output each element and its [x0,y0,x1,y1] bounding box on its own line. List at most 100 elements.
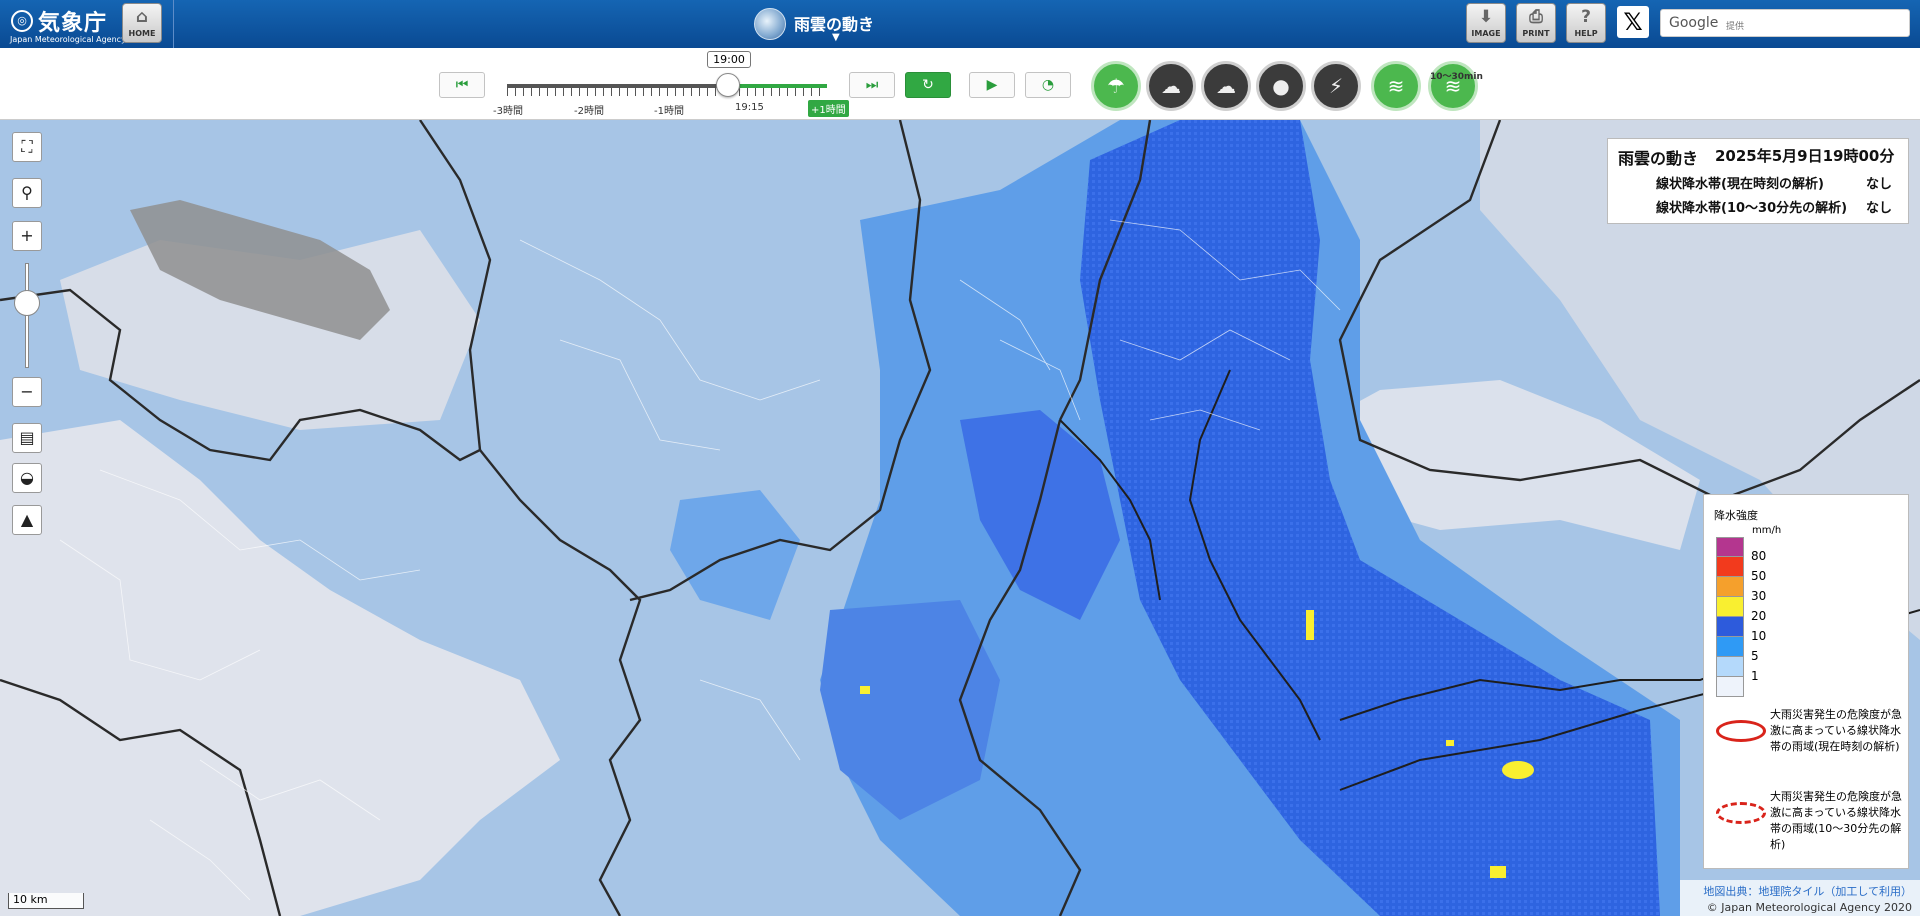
location-button[interactable]: ⚲ [12,178,42,208]
drop-icon: ● [1272,74,1290,98]
jma-logo[interactable]: ◎ 気象庁 Japan Meteorological Agency [8,4,126,44]
mountain-icon: ▲ [20,510,34,529]
help-button[interactable]: ? HELP [1566,3,1606,43]
legend-swatch [1716,617,1744,637]
scale-bar: 10 km [8,893,84,909]
print-button[interactable]: ⎙ PRINT [1516,3,1556,43]
map-pin-icon: ⚲ [21,183,33,202]
terrain-button[interactable]: ▲ [12,505,42,535]
logo-subtitle: Japan Meteorological Agency [10,35,126,44]
zoom-out-button[interactable]: − [12,377,42,407]
rain-cell-20mm [1502,761,1534,779]
layer-precipitation-button[interactable]: ● [1256,61,1306,111]
home-label: HOME [128,29,156,38]
image-label: IMAGE [1471,29,1501,38]
attribution-link[interactable]: 地図出典：地理院タイル（加工して利用） [1680,883,1912,899]
legend-value: 30 [1751,589,1767,603]
linear-band-forecast-label: 線状降水帯(10～30分先の解析) [1656,201,1848,216]
linear-band-forecast-value: なし [1866,201,1893,216]
timeline-current-time: 19:00 [707,51,751,68]
jma-emblem-icon: ◎ [11,10,33,32]
skip-forward-icon: ⏭ [865,77,879,93]
linear-band-current-label: 線状降水帯(現在時刻の解析) [1656,177,1824,192]
fullscreen-button[interactable]: ⛶ [12,132,42,162]
search-provider-note: 提供 [1726,22,1745,32]
header-bar: ◎ 気象庁 Japan Meteorological Agency ⌂ HOME… [0,0,1920,48]
timeline-label: -3時間 [493,106,523,117]
legend-swatch [1716,637,1744,657]
linear-band-icon: ≋ [1387,74,1405,98]
legend-note-forecast: 大雨災害発生の危険度が急激に高まっている線状降水帯の雨域(10～30分先の解析) [1770,790,1902,851]
legend-swatch [1716,657,1744,677]
linear-band-current-symbol [1716,720,1766,742]
legend-swatch [1716,537,1744,557]
zoom-slider-handle[interactable] [14,290,40,316]
copyright: © Japan Meteorological Agency 2020 [1706,901,1912,914]
legend-value: 50 [1751,569,1767,583]
layer-linear-band-button[interactable]: ≋ [1371,61,1421,111]
timeline-label: 19:15 [735,102,764,113]
play-icon: ▶ [986,77,998,93]
timeline-label: -2時間 [574,106,604,117]
map-attribution: 地図出典：地理院タイル（加工して利用） © Japan Meteorologic… [1680,880,1920,916]
radar-map-canvas [0,120,1920,916]
rain-cell-20mm [1446,740,1454,746]
question-icon: ? [1581,7,1591,27]
legend-value: 80 [1751,549,1767,563]
rain-cell-20mm [1306,610,1314,640]
info-time: 2025年5月9日19時00分 [1715,147,1895,165]
refresh-button[interactable]: ↻ [905,72,951,98]
layer-tornado-button[interactable]: ☁ [1201,61,1251,111]
printer-icon: ⎙ [1529,7,1543,27]
map-layers-button[interactable]: ▤ [12,423,42,453]
legend-note-current: 大雨災害発生の危険度が急激に高まっている線状降水帯の雨域(現在時刻の解析) [1770,708,1902,753]
linear-band-current-value: なし [1866,177,1893,192]
play-button[interactable]: ▶ [969,72,1015,98]
plus-icon: + [20,226,34,245]
legend-swatch [1716,577,1744,597]
radar-map[interactable]: ⛶ ⚲ + − ▤ ◒ ▲ 雨雲の動き 2025年5月9日19時00分 線状降水… [0,120,1920,916]
layer-rain-cloud-button[interactable]: ☂ [1091,61,1141,111]
legend-value: 10 [1751,629,1767,643]
google-search-input[interactable]: Google 提供 [1660,9,1910,37]
legend-value: 20 [1751,609,1767,623]
layer-lightning-button[interactable]: ⚡ [1311,61,1361,111]
tornado-cloud-icon: ☁ [1216,74,1236,98]
x-share-button[interactable]: 𝕏 [1617,6,1649,38]
timeline-slider-handle[interactable] [716,73,740,97]
minus-icon: − [20,382,34,401]
rain-cell-20mm [860,686,870,694]
legend-swatch [1716,677,1744,697]
speedometer-icon: ◔ [1041,77,1055,93]
legend-value: 5 [1751,649,1759,663]
legend-value: 1 [1751,669,1759,683]
last-frame-button[interactable]: ⏭ [849,72,895,98]
zoom-in-button[interactable]: + [12,221,42,251]
map-icon: ▤ [19,428,35,447]
legend-swatch [1716,597,1744,617]
download-icon: ⬇ [1478,7,1494,27]
legend-unit: mm/h [1752,525,1782,536]
precipitation-legend: 降水強度 mm/h 80 50 30 20 10 5 1 大雨災害発生の危険度が急激に高まっ… [1703,494,1909,869]
image-button[interactable]: ⬇ IMAGE [1466,3,1506,43]
timeline-ticks [507,88,827,96]
legend-title: 降水強度 [1714,509,1758,522]
print-label: PRINT [1522,29,1550,38]
info-panel: 雨雲の動き 2025年5月9日19時00分 線状降水帯(現在時刻の解析) なし … [1607,138,1909,224]
timeline-plus-one-hour: +1時間 [808,100,849,117]
google-brand: Google [1669,15,1719,31]
fullscreen-icon: ⛶ [21,137,33,156]
home-icon: ⌂ [135,7,149,27]
home-button[interactable]: ⌂ HOME [122,3,162,43]
thunder-cloud-icon: ☁ [1161,74,1181,98]
legend-swatch [1716,557,1744,577]
first-frame-button[interactable]: ⏮ [439,72,485,98]
layer-forecast-tag: 10～30min [1430,72,1483,82]
speed-button[interactable]: ◔ [1025,72,1071,98]
layer-thunder-button[interactable]: ☁ [1146,61,1196,111]
opacity-button[interactable]: ◒ [12,463,42,493]
help-label: HELP [1574,29,1598,38]
globe-icon [754,8,786,40]
skip-back-icon: ⏮ [455,77,469,93]
linear-band-forecast-symbol [1716,802,1766,824]
